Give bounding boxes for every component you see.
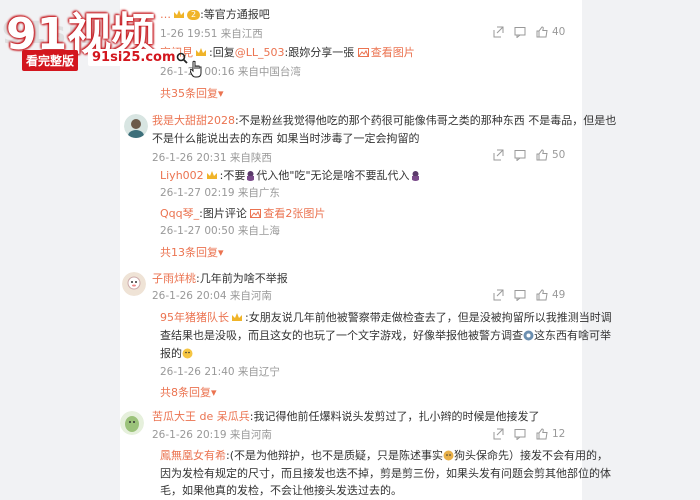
reply-text-line: 查结果也是没吸，而且这女的也玩了一个文字游戏，好像举报他被警方调查 这东西有啥可举: [160, 329, 611, 342]
view-image-link[interactable]: 查看图片: [371, 46, 415, 59]
avatar[interactable]: [120, 411, 144, 435]
comment-meta: 26-1-26 20:04 来自河南: [152, 290, 272, 302]
comment-actions: 12: [492, 428, 565, 440]
like-button[interactable]: 40: [536, 26, 565, 38]
reply-text-line: 报的: [160, 345, 193, 363]
thumb-up-icon: [536, 428, 548, 440]
crown-icon: [206, 171, 217, 179]
like-count: 12: [552, 428, 566, 440]
reply-meta: 26-1-26 21:40 来自辽宁: [160, 366, 280, 378]
view-images-link[interactable]: 查看2张图片: [263, 207, 325, 220]
mention-link[interactable]: @LL_503: [235, 46, 285, 59]
comment-text: 苦瓜大王 de 呆瓜兵:我记得他前任爆料说头发剪过了，扎小辫的时候是他接发了: [152, 410, 540, 423]
more-replies-link[interactable]: 共8条回复▾: [160, 384, 217, 402]
reply-text: :等官方通报吧: [200, 8, 270, 21]
comment-text: 子雨烊桃:几年前为啥不举报: [152, 272, 288, 285]
like-button[interactable]: 50: [536, 149, 565, 161]
like-count: 40: [552, 26, 566, 38]
reply-username[interactable]: 95年猪猪队长: [160, 311, 229, 324]
reply-text: :跟妳分享一張: [284, 46, 355, 59]
comment-text-line: 不是什么能说出去的东西 如果当时涉毒了一定会拘留的: [152, 132, 420, 145]
like-count: 49: [552, 289, 566, 301]
comment-actions: 49: [492, 289, 565, 301]
comment-username[interactable]: 子雨烊桃: [152, 272, 196, 285]
comment-icon[interactable]: [514, 289, 526, 301]
emoji-icon: [523, 330, 534, 341]
reply-text-line: 因为发检有规定的尺寸，而且接发也迭不掉，剪是剪三份，如果头发有问题会剪其他部位的…: [160, 467, 611, 480]
cursor-hand-icon: [190, 60, 202, 78]
more-replies-label: 共13条回复: [160, 246, 218, 259]
comment-text: 我是大甜甜2028:不是粉丝我觉得他吃的那个药很可能像伟哥之类的那种东西 不是毒…: [152, 114, 617, 127]
comment-actions: 50: [492, 149, 565, 161]
share-icon[interactable]: [492, 428, 504, 440]
reply-username[interactable]: Liyh002: [160, 169, 204, 182]
share-icon[interactable]: [492, 289, 504, 301]
like-button[interactable]: 49: [536, 289, 565, 301]
like-button[interactable]: 12: [536, 428, 565, 440]
more-replies-link[interactable]: 共35条回复▾: [160, 85, 224, 103]
chevron-down-icon: ▾: [218, 87, 224, 100]
emoji-icon: [411, 171, 419, 181]
comment-username[interactable]: 我是大甜甜2028: [152, 114, 235, 127]
more-replies-label: 共35条回复: [160, 87, 218, 100]
chevron-down-icon: ▾: [211, 386, 217, 399]
comment-icon[interactable]: [514, 149, 526, 161]
reply-actions: 40: [492, 26, 565, 38]
chevron-down-icon: ▾: [218, 246, 224, 259]
watermark: 91si2 91视频 看完整版 91si25.com: [0, 0, 202, 78]
reply-prefix: :回复: [209, 46, 235, 59]
avatar[interactable]: [124, 114, 148, 138]
dog-head-emoji-icon: [443, 450, 454, 461]
reply-item: Qqq琴_:图片评论 查看2张图片: [160, 207, 326, 220]
share-icon[interactable]: [492, 26, 504, 38]
image-icon: [357, 48, 369, 57]
watermark-site: 91si25.com: [88, 49, 180, 66]
crown-icon: [232, 313, 242, 321]
comment-meta: 26-1-26 20:31 来自陕西: [152, 152, 272, 164]
reply-meta: 26-1-27 02:19 来自广东: [160, 187, 280, 199]
reply-username[interactable]: 鳳無凰女有希: [160, 449, 226, 462]
share-icon[interactable]: [492, 149, 504, 161]
reply-username[interactable]: Qqq琴_: [160, 207, 199, 220]
reply-text-line: 毛，如果他真的发检，不会让他接头发迭过去的。: [160, 484, 402, 497]
thumb-up-icon: [536, 289, 548, 301]
emoji-icon: [182, 348, 193, 359]
emoji-icon: [247, 171, 255, 181]
thumb-up-icon: [536, 26, 548, 38]
image-icon: [250, 209, 262, 218]
reply-item: Liyh002:不要 代入他"吃"无论是啥不要乱代入: [160, 167, 421, 185]
thumb-up-icon: [536, 149, 548, 161]
comment-icon[interactable]: [514, 26, 526, 38]
watermark-badge: 看完整版: [22, 50, 79, 71]
search-icon: [176, 52, 188, 64]
avatar[interactable]: [122, 272, 146, 296]
comment-icon[interactable]: [514, 428, 526, 440]
reply-item: 鳳無凰女有希:(不是为他辩护，也不是质疑，只是陈述事实 狗头保命先）接发不会有用的…: [160, 449, 608, 462]
more-replies-link[interactable]: 共13条回复▾: [160, 244, 224, 262]
reply-item: 95年猪猪队长:女朋友说几年前他被警察带走做检查去了，但是没被拘留所以我推测当时…: [160, 311, 612, 324]
reply-meta: 26-1-27 00:50 来自上海: [160, 225, 280, 237]
more-replies-label: 共8条回复: [160, 386, 211, 399]
comment-username[interactable]: 苦瓜大王 de 呆瓜兵: [152, 410, 250, 423]
like-count: 50: [552, 149, 566, 161]
comment-meta: 26-1-26 20:19 来自河南: [152, 429, 272, 441]
